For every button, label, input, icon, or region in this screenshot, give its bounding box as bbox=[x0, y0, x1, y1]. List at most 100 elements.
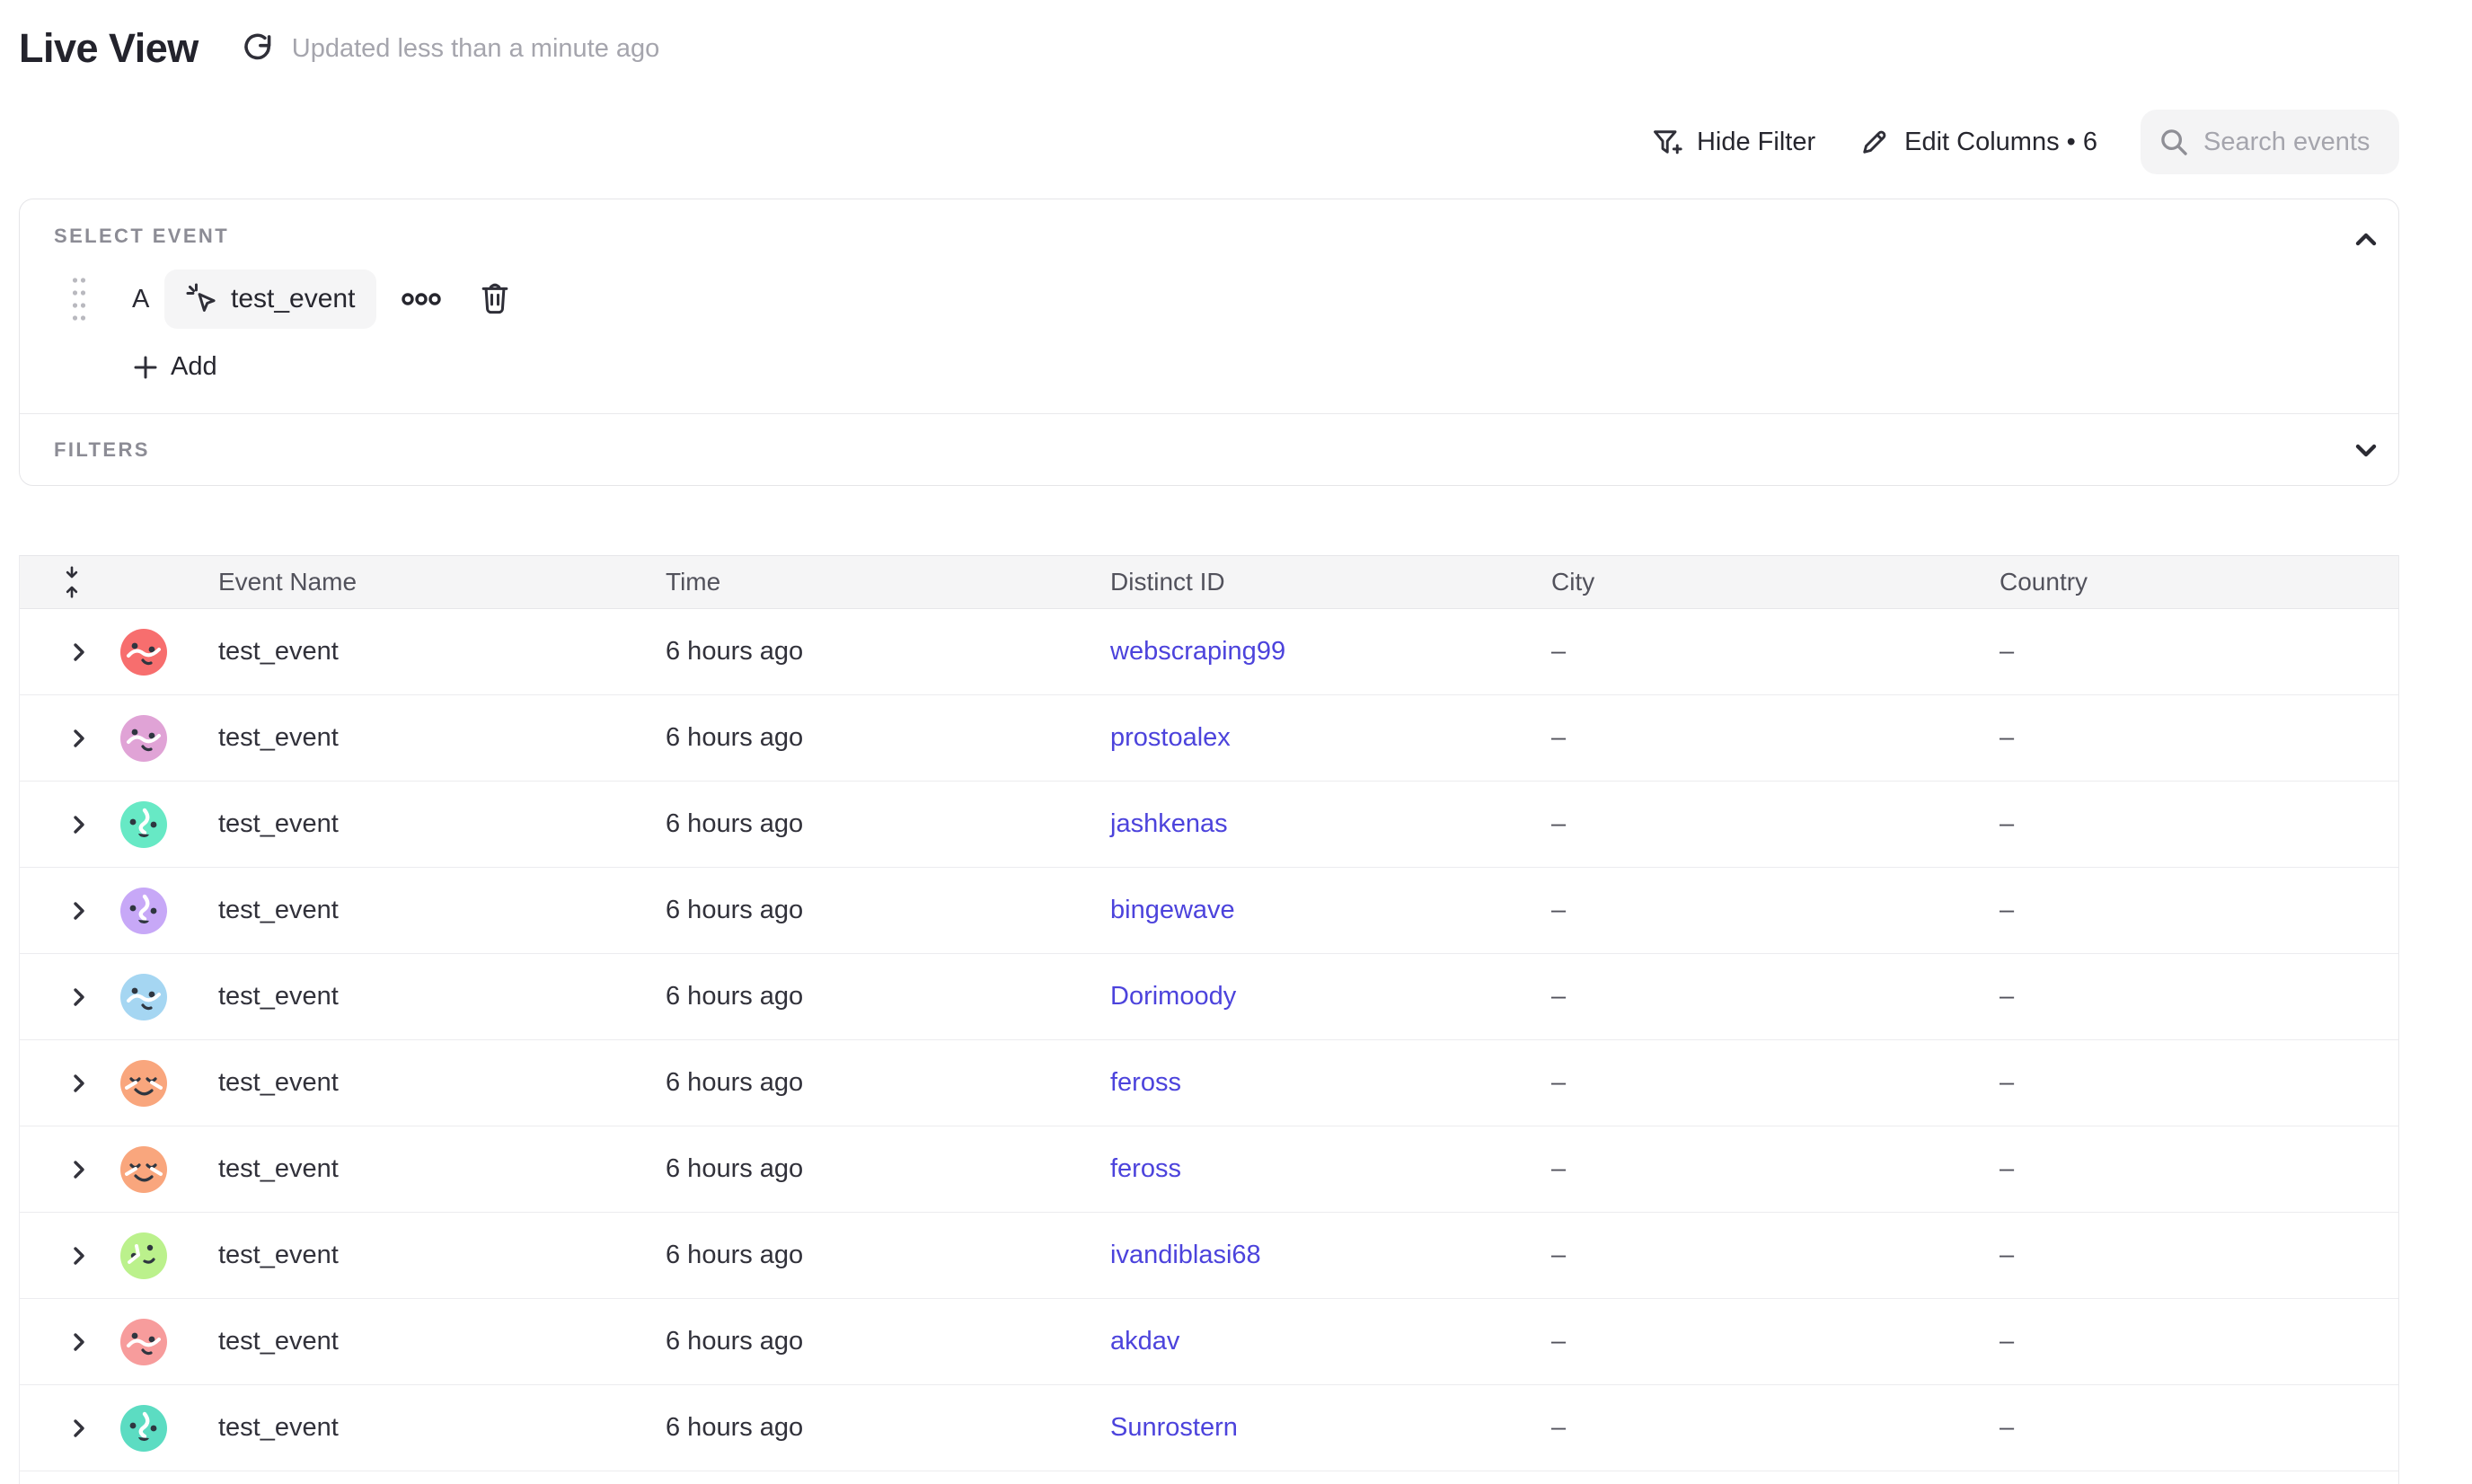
city-cell: – bbox=[1551, 1413, 2000, 1443]
event-name-cell: test_event bbox=[218, 1068, 666, 1098]
clause-letter: A bbox=[132, 285, 152, 314]
chevron-right-icon bbox=[70, 726, 88, 751]
time-cell: 6 hours ago bbox=[666, 1154, 1110, 1184]
edit-columns-button[interactable]: Edit Columns • 6 bbox=[1858, 126, 2097, 158]
distinct-id-link[interactable]: feross bbox=[1110, 1154, 1181, 1183]
expand-row-button[interactable] bbox=[70, 1155, 90, 1184]
updated-status: Updated less than a minute ago bbox=[292, 34, 660, 64]
add-event-button[interactable]: Add bbox=[132, 352, 217, 382]
column-header-city: City bbox=[1551, 568, 2000, 596]
column-header-event-name: Event Name bbox=[218, 568, 666, 596]
events-table: Event Name Time Distinct ID City Country bbox=[19, 555, 2399, 1484]
city-cell: – bbox=[1551, 637, 2000, 667]
distinct-id-link[interactable]: ivandiblasi68 bbox=[1110, 1241, 1261, 1269]
country-cell: – bbox=[2000, 896, 2398, 925]
avatar[interactable] bbox=[120, 715, 167, 762]
event-clause-row: A test_event bbox=[71, 269, 513, 329]
avatar[interactable] bbox=[120, 1146, 167, 1193]
table-row: test_event 6 hours ago Dorimoody – – bbox=[20, 954, 2398, 1040]
event-name-cell: test_event bbox=[218, 809, 666, 839]
refresh-icon bbox=[241, 31, 275, 66]
search-box[interactable] bbox=[2141, 110, 2399, 174]
time-cell: 6 hours ago bbox=[666, 896, 1110, 925]
city-cell: – bbox=[1551, 1241, 2000, 1270]
expand-row-button[interactable] bbox=[70, 1414, 90, 1443]
more-options-button[interactable] bbox=[401, 290, 442, 308]
table-body: test_event 6 hours ago webscraping99 – – bbox=[20, 609, 2398, 1471]
expand-filters-button[interactable] bbox=[2350, 434, 2382, 466]
collapse-select-event-button[interactable] bbox=[2350, 224, 2382, 256]
edit-columns-label: Edit Columns • 6 bbox=[1904, 128, 2097, 157]
country-cell: – bbox=[2000, 1241, 2398, 1270]
expand-row-button[interactable] bbox=[70, 724, 90, 753]
expand-row-button[interactable] bbox=[70, 983, 90, 1011]
event-name-cell: test_event bbox=[218, 1241, 666, 1270]
collapse-rows-icon bbox=[60, 564, 84, 600]
toolbar: Hide Filter Edit Columns • 6 bbox=[1651, 110, 2399, 174]
expand-row-button[interactable] bbox=[70, 897, 90, 925]
expand-row-button[interactable] bbox=[70, 1069, 90, 1098]
table-row: test_event 6 hours ago ivandiblasi68 – – bbox=[20, 1213, 2398, 1299]
distinct-id-link[interactable]: webscraping99 bbox=[1110, 637, 1285, 666]
hide-filter-label: Hide Filter bbox=[1697, 128, 1815, 157]
avatar[interactable] bbox=[120, 1319, 167, 1365]
avatar[interactable] bbox=[120, 1232, 167, 1279]
filters-label: FILTERS bbox=[54, 438, 150, 462]
chevron-down-icon bbox=[2350, 434, 2382, 466]
event-selector-chip[interactable]: test_event bbox=[164, 269, 376, 329]
time-cell: 6 hours ago bbox=[666, 1068, 1110, 1098]
avatar[interactable] bbox=[120, 801, 167, 848]
event-name-cell: test_event bbox=[218, 637, 666, 667]
country-cell: – bbox=[2000, 723, 2398, 753]
chevron-right-icon bbox=[70, 985, 88, 1010]
distinct-id-link[interactable]: Sunrostern bbox=[1110, 1413, 1238, 1442]
distinct-id-link[interactable]: jashkenas bbox=[1110, 809, 1228, 838]
expand-row-button[interactable] bbox=[70, 1328, 90, 1356]
filters-section: FILTERS bbox=[20, 413, 2398, 485]
country-cell: – bbox=[2000, 1154, 2398, 1184]
refresh-button[interactable] bbox=[240, 31, 276, 66]
chevron-right-icon bbox=[70, 1329, 88, 1355]
expand-row-button[interactable] bbox=[70, 1241, 90, 1270]
drag-handle[interactable] bbox=[71, 272, 87, 326]
city-cell: – bbox=[1551, 723, 2000, 753]
city-cell: – bbox=[1551, 982, 2000, 1011]
event-name-cell: test_event bbox=[218, 723, 666, 753]
table-header: Event Name Time Distinct ID City Country bbox=[20, 555, 2398, 609]
distinct-id-link[interactable]: Dorimoody bbox=[1110, 982, 1236, 1011]
avatar[interactable] bbox=[120, 888, 167, 934]
city-cell: – bbox=[1551, 809, 2000, 839]
avatar[interactable] bbox=[120, 974, 167, 1020]
avatar[interactable] bbox=[120, 629, 167, 676]
table-row: test_event 6 hours ago akdav – – bbox=[20, 1299, 2398, 1385]
time-cell: 6 hours ago bbox=[666, 1241, 1110, 1270]
collapse-rows-button[interactable] bbox=[60, 564, 84, 600]
city-cell: – bbox=[1551, 1154, 2000, 1184]
distinct-id-link[interactable]: feross bbox=[1110, 1068, 1181, 1097]
country-cell: – bbox=[2000, 1327, 2398, 1356]
avatar[interactable] bbox=[120, 1405, 167, 1452]
column-header-distinct-id: Distinct ID bbox=[1110, 568, 1551, 596]
country-cell: – bbox=[2000, 982, 2398, 1011]
city-cell: – bbox=[1551, 1327, 2000, 1356]
hide-filter-button[interactable]: Hide Filter bbox=[1651, 126, 1815, 158]
distinct-id-link[interactable]: bingewave bbox=[1110, 896, 1235, 924]
chevron-right-icon bbox=[70, 1071, 88, 1096]
chevron-right-icon bbox=[70, 1157, 88, 1182]
avatar[interactable] bbox=[120, 1060, 167, 1107]
table-row: test_event 6 hours ago webscraping99 – – bbox=[20, 609, 2398, 695]
time-cell: 6 hours ago bbox=[666, 1413, 1110, 1443]
pencil-icon bbox=[1858, 126, 1891, 158]
chevron-right-icon bbox=[70, 812, 88, 837]
search-events-input[interactable] bbox=[2203, 128, 2383, 157]
chevron-right-icon bbox=[70, 640, 88, 665]
expand-row-button[interactable] bbox=[70, 638, 90, 667]
plus-icon bbox=[132, 354, 159, 381]
event-name-cell: test_event bbox=[218, 1327, 666, 1356]
delete-event-button[interactable] bbox=[477, 280, 513, 318]
distinct-id-link[interactable]: akdav bbox=[1110, 1327, 1179, 1356]
cursor-click-icon bbox=[185, 282, 219, 316]
expand-row-button[interactable] bbox=[70, 810, 90, 839]
distinct-id-link[interactable]: prostoalex bbox=[1110, 723, 1231, 752]
event-name-cell: test_event bbox=[218, 1413, 666, 1443]
